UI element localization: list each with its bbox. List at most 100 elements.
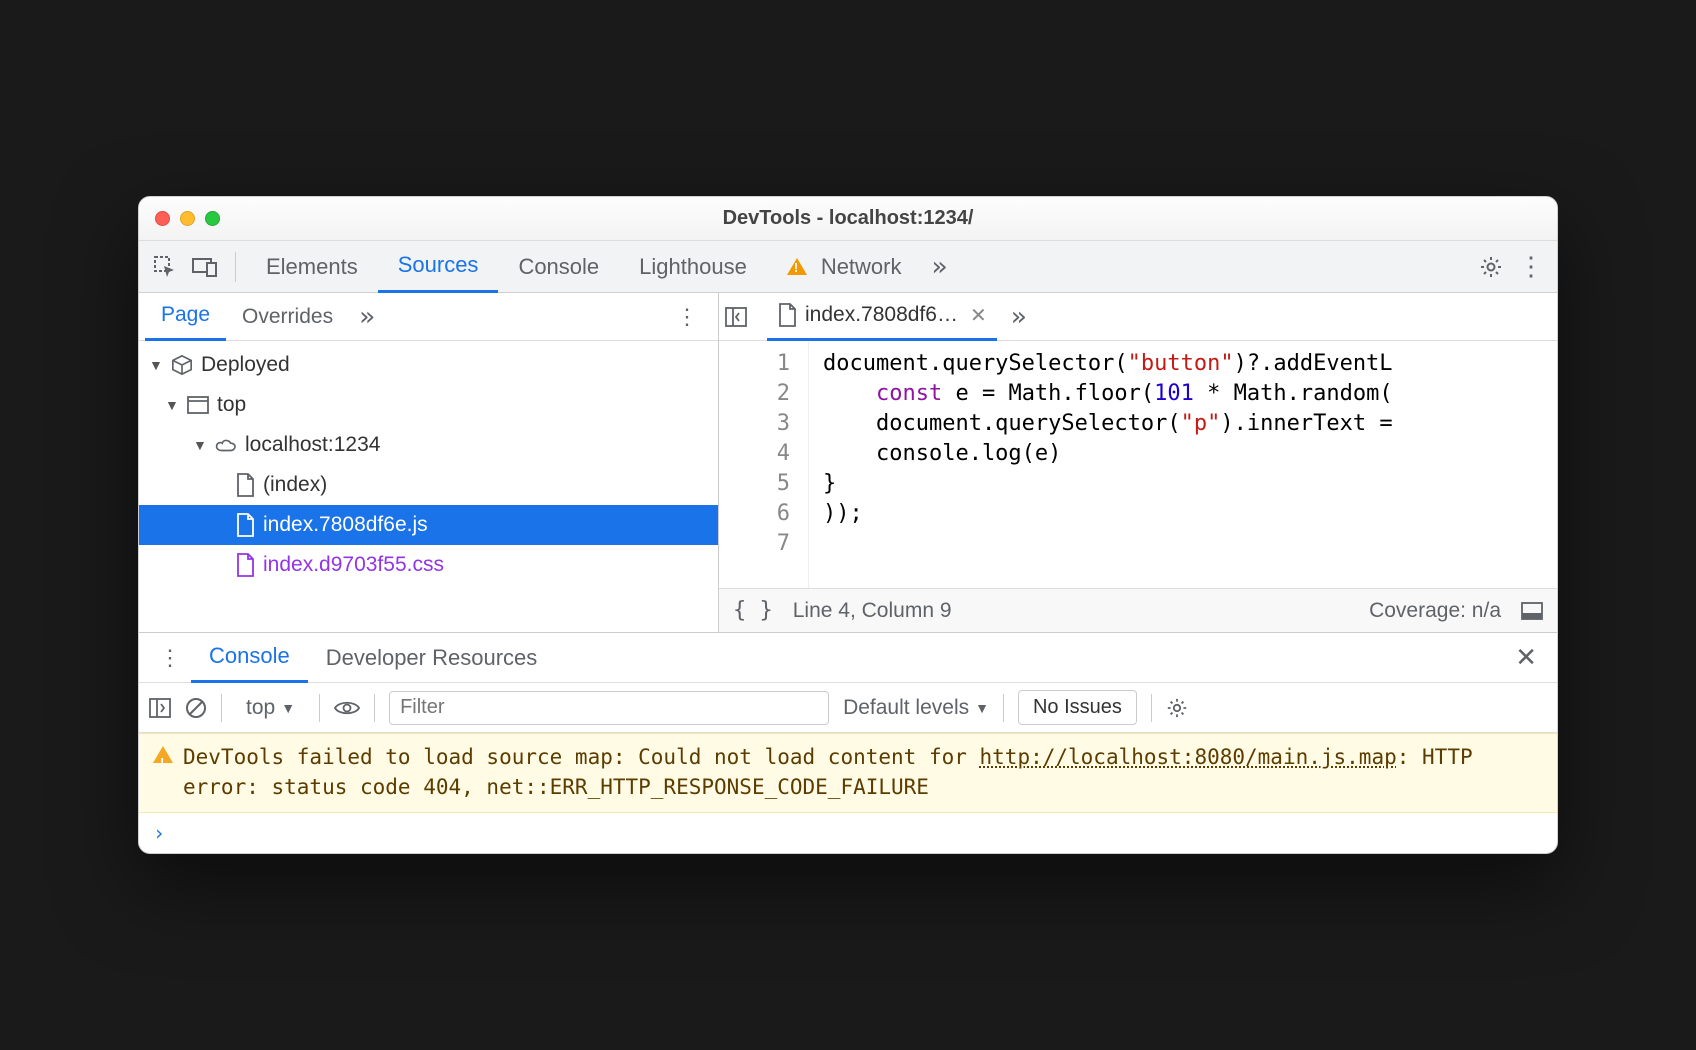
subtab-overrides[interactable]: Overrides [226, 293, 349, 341]
inspect-element-button[interactable] [145, 247, 185, 287]
issues-button[interactable]: No Issues [1018, 690, 1137, 725]
close-drawer-button[interactable]: ✕ [1505, 642, 1547, 673]
minimize-window-button[interactable] [180, 211, 195, 226]
code-editor[interactable]: 1234567 document.querySelector("button")… [719, 341, 1557, 588]
tree-index[interactable]: (index) [139, 465, 718, 505]
file-tab[interactable]: index.7808df6… ✕ [767, 293, 997, 341]
file-tree: ▼ Deployed ▼ top ▼ localhost:1234 (index… [139, 341, 718, 632]
divider [1151, 694, 1152, 722]
tab-console[interactable]: Console [498, 241, 619, 293]
tab-lighthouse[interactable]: Lighthouse [619, 241, 767, 293]
console-messages: DevTools failed to load source map: Coul… [139, 733, 1557, 853]
tab-label: Network [821, 254, 902, 280]
eye-icon [334, 699, 360, 717]
line-gutter: 1234567 [719, 341, 809, 588]
tab-label: Console [518, 254, 599, 280]
show-details-button[interactable] [1521, 602, 1543, 620]
navigator-panel: Page Overrides » ⋮ ▼ Deployed ▼ top ▼ [139, 293, 719, 632]
file-tab-label: index.7808df6… [805, 303, 958, 327]
gear-icon [1166, 697, 1188, 719]
customize-button[interactable]: ⋮ [1511, 247, 1551, 287]
tab-network[interactable]: Network [767, 241, 922, 293]
editor-panel: index.7808df6… ✕ » 1234567 document.quer… [719, 293, 1557, 632]
tree-deployed[interactable]: ▼ Deployed [139, 345, 718, 385]
more-file-tabs-button[interactable]: » [1001, 302, 1037, 332]
main-tabstrip: Elements Sources Console Lighthouse Netw… [139, 241, 1557, 293]
drawer-tab-devres[interactable]: Developer Resources [308, 633, 556, 683]
context-selector[interactable]: top ▼ [236, 692, 305, 724]
inspect-icon [153, 255, 177, 279]
navigator-options-button[interactable]: ⋮ [662, 304, 712, 330]
window-title: DevTools - localhost:1234/ [139, 207, 1557, 230]
file-icon [235, 513, 255, 537]
subtab-label: Overrides [242, 305, 333, 329]
gear-icon [1479, 255, 1503, 279]
devtools-window: DevTools - localhost:1234/ Elements Sour… [138, 196, 1558, 854]
code-lines: document.querySelector("button")?.addEve… [809, 341, 1393, 588]
pretty-print-button[interactable]: { } [733, 598, 773, 623]
chevron-down-icon: ▼ [281, 700, 295, 716]
traffic-lights [155, 211, 220, 226]
clear-console-button[interactable] [185, 697, 207, 719]
tree-label: index.d9703f55.css [263, 553, 444, 577]
tree-label: top [217, 393, 246, 417]
chevron-down-icon: ▼ [149, 357, 163, 373]
console-sidebar-toggle[interactable] [149, 698, 171, 718]
file-icon [235, 473, 255, 497]
levels-label: Default levels [843, 696, 969, 720]
tab-sources[interactable]: Sources [378, 241, 499, 293]
drawer-tabstrip: ⋮ Console Developer Resources ✕ [139, 633, 1557, 683]
tab-elements[interactable]: Elements [246, 241, 378, 293]
device-toolbar-button[interactable] [185, 247, 225, 287]
coverage-status: Coverage: n/a [1369, 599, 1501, 623]
divider [374, 694, 375, 722]
tree-css-file[interactable]: index.d9703f55.css [139, 545, 718, 585]
tree-label: Deployed [201, 353, 290, 377]
clear-icon [185, 697, 207, 719]
console-prompt[interactable]: › [139, 813, 1557, 853]
chevron-down-icon: ▼ [975, 700, 989, 716]
device-icon [192, 257, 218, 277]
log-levels-selector[interactable]: Default levels ▼ [843, 696, 989, 720]
console-toolbar: top ▼ Default levels ▼ No Issues [139, 683, 1557, 733]
panel-toggle-icon [725, 307, 747, 327]
tab-label: Sources [398, 252, 479, 278]
sources-body: Page Overrides » ⋮ ▼ Deployed ▼ top ▼ [139, 293, 1557, 633]
zoom-window-button[interactable] [205, 211, 220, 226]
more-tabs-button[interactable]: » [922, 252, 958, 282]
tree-label: index.7808df6e.js [263, 513, 428, 537]
drawer-tab-console[interactable]: Console [191, 633, 308, 683]
drawer-tab-label: Console [209, 643, 290, 669]
cloud-icon [215, 437, 237, 453]
console-warning-message[interactable]: DevTools failed to load source map: Coul… [139, 733, 1557, 813]
tree-host[interactable]: ▼ localhost:1234 [139, 425, 718, 465]
divider [1003, 694, 1004, 722]
settings-button[interactable] [1471, 247, 1511, 287]
toggle-navigator-button[interactable] [725, 307, 747, 327]
divider [221, 694, 222, 722]
drawer-options-button[interactable]: ⋮ [149, 645, 191, 671]
subtab-label: Page [161, 303, 210, 327]
divider [235, 252, 236, 282]
navigator-subtabs: Page Overrides » ⋮ [139, 293, 718, 341]
tree-label: localhost:1234 [245, 433, 380, 457]
close-window-button[interactable] [155, 211, 170, 226]
file-icon [235, 553, 255, 577]
subtab-page[interactable]: Page [145, 293, 226, 341]
console-filter-input[interactable] [389, 691, 829, 725]
chevron-down-icon: ▼ [165, 397, 179, 413]
source-map-link[interactable]: http://localhost:8080/main.js.map [980, 745, 1397, 769]
tab-label: Elements [266, 254, 358, 280]
warning-icon [153, 746, 173, 763]
titlebar: DevTools - localhost:1234/ [139, 197, 1557, 241]
live-expression-button[interactable] [334, 699, 360, 717]
tree-top[interactable]: ▼ top [139, 385, 718, 425]
context-label: top [246, 696, 275, 720]
close-tab-button[interactable]: ✕ [970, 303, 987, 328]
tree-js-file[interactable]: index.7808df6e.js [139, 505, 718, 545]
drawer-tab-label: Developer Resources [326, 645, 538, 671]
more-subtabs-button[interactable]: » [349, 302, 385, 332]
warning-icon [787, 258, 807, 275]
console-settings-button[interactable] [1166, 697, 1188, 719]
chevron-down-icon: ▼ [193, 437, 207, 453]
